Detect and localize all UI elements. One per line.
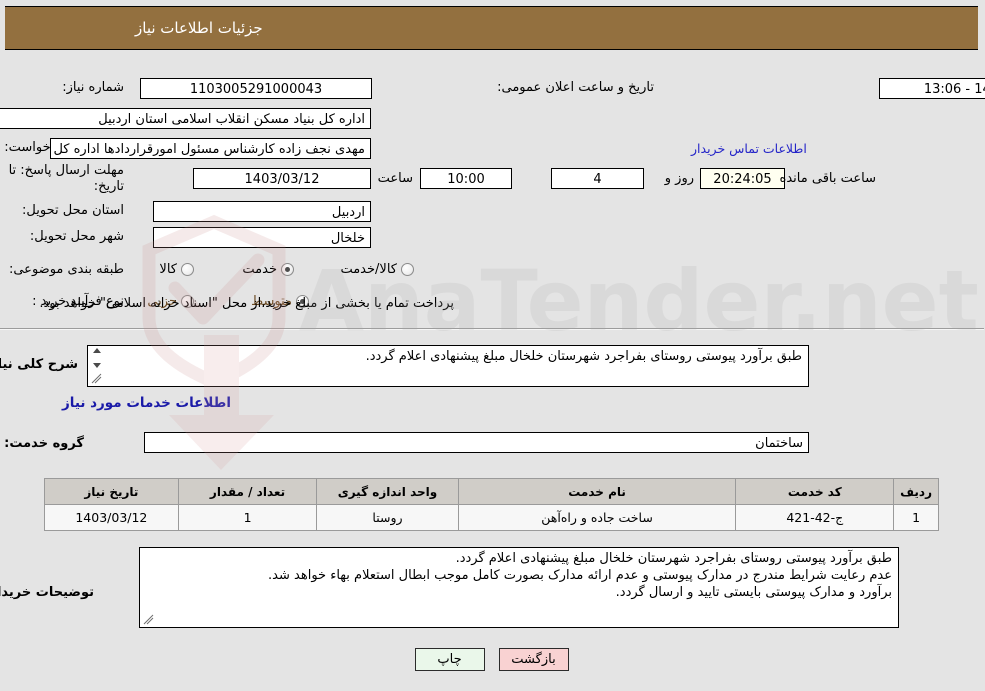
buyer-notes-line-0: طبق برآورد پیوستی روستای بفراجرد شهرستان… <box>456 551 893 566</box>
creator-field: مهدی نجف زاده کارشناس مسئول امورقرارداده… <box>51 138 372 159</box>
deadline-label-row: مهلت ارسال پاسخ: تا تاریخ: <box>5 163 125 195</box>
header-banner: جزئیات اطلاعات نیاز <box>6 6 979 50</box>
th-service-code: کد خدمت <box>736 478 896 505</box>
button-row: بازگشت چاپ <box>0 648 985 671</box>
public-announce-label: تاریخ و ساعت اعلان عمومی: <box>498 80 655 95</box>
buyer-notes-line-2: برآورد و مدارک پیوستی بایستی تایید و ارس… <box>616 585 893 600</box>
category-option-1-label: خدمت <box>243 262 278 277</box>
cell-service-code: ج-42-421 <box>736 504 896 531</box>
category-option-0-label: کالا <box>160 262 178 277</box>
days-word-label: روز و <box>665 171 695 186</box>
need-number-label: شماره نیاز: <box>63 80 125 95</box>
cell-need-date: 1403/03/12 <box>45 504 180 531</box>
need-number-field: 1103005291000043 <box>141 78 373 99</box>
th-service-name: نام خدمت <box>458 478 738 505</box>
radio-icon-khedmat[interactable] <box>282 263 295 276</box>
cell-unit: روستا <box>317 504 460 531</box>
deadline-label: مهلت ارسال پاسخ: تا تاریخ: <box>9 163 125 194</box>
deadline-hour-field: 10:00 <box>421 168 513 189</box>
province-field: اردبیل <box>154 201 372 222</box>
services-heading: اطلاعات خدمات مورد نیاز <box>62 395 232 411</box>
divider-1 <box>0 328 985 330</box>
general-description-text: طبق برآورد پیوستی روستای بفراجرد شهرستان… <box>366 349 803 364</box>
th-need-date: تاریخ نیاز <box>45 478 180 505</box>
need-number-label-row: شماره نیاز: <box>63 80 125 95</box>
print-button[interactable]: چاپ <box>415 648 486 671</box>
category-option-0[interactable]: کالا <box>160 262 195 277</box>
deadline-date-field: 1403/03/12 <box>194 168 372 189</box>
buyer-notes-line-1: عدم رعایت شرایط مندرج در مدارک پیوستی و … <box>269 568 893 583</box>
service-group-field: ساختمان <box>145 432 810 453</box>
countdown-field: 20:24:05 <box>701 168 786 189</box>
days-remaining-field: 4 <box>552 168 645 189</box>
category-option-2[interactable]: کالا/خدمت <box>341 262 415 277</box>
radio-icon-kala-khedmat[interactable] <box>402 263 415 276</box>
radio-icon-kala[interactable] <box>182 263 195 276</box>
buyer-contact-link[interactable]: اطلاعات تماس خریدار <box>692 141 808 156</box>
province-label-row: استان محل تحویل: <box>23 203 125 218</box>
announce-label-row: تاریخ و ساعت اعلان عمومی: <box>498 80 655 95</box>
table-header-row: ردیف کد خدمت نام خدمت واحد اندازه گیری ت… <box>45 478 940 505</box>
buyer-notes-textarea[interactable]: طبق برآورد پیوستی روستای بفراجرد شهرستان… <box>140 547 900 628</box>
scroll-arrows[interactable] <box>91 348 104 368</box>
city-label-row: شهر محل تحویل: <box>31 229 125 244</box>
province-label: استان محل تحویل: <box>23 203 125 218</box>
buyer-notes-resize-grip-icon[interactable] <box>144 614 155 625</box>
service-group-label: گروه خدمت: <box>5 436 85 451</box>
services-table: ردیف کد خدمت نام خدمت واحد اندازه گیری ت… <box>45 478 940 531</box>
general-description-textarea[interactable]: طبق برآورد پیوستی روستای بفراجرد شهرستان… <box>88 345 810 387</box>
remaining-suffix-label: ساعت باقی مانده <box>780 171 877 186</box>
city-field: خلخال <box>154 227 372 248</box>
public-announce-field: 1403/03/07 - 13:06 <box>880 78 985 99</box>
cell-service-name: ساخت جاده و راه‌آهن <box>458 504 738 531</box>
category-option-1[interactable]: خدمت <box>243 262 295 277</box>
category-label-row: طبقه بندی موضوعی: <box>10 262 125 277</box>
deadline-hour-label: ساعت <box>378 171 414 186</box>
th-row-no: ردیف <box>894 478 940 505</box>
category-label: طبقه بندی موضوعی: <box>9 262 125 277</box>
resize-grip-icon[interactable] <box>92 373 103 384</box>
buyer-notes-label: توضیحات خریدار: <box>0 585 95 600</box>
scroll-up-icon[interactable] <box>93 348 102 353</box>
buyer-org-field: اداره کل بنیاد مسکن انقلاب اسلامی استان … <box>0 108 372 129</box>
city-label: شهر محل تحویل: <box>30 229 125 244</box>
cell-row-no: 1 <box>894 504 940 531</box>
scroll-down-icon[interactable] <box>93 363 102 368</box>
back-button[interactable]: بازگشت <box>499 648 570 671</box>
category-option-2-label: کالا/خدمت <box>341 262 398 277</box>
general-description-label: شرح کلی نیاز: <box>0 357 79 372</box>
table-row: 1 ج-42-421 ساخت جاده و راه‌آهن روستا 1 1… <box>45 504 940 531</box>
process-note: پرداخت تمام یا بخشی از مبلغ خرید،از محل … <box>40 296 455 311</box>
th-unit: واحد اندازه گیری <box>317 478 460 505</box>
page-title: جزئیات اطلاعات نیاز <box>136 19 264 37</box>
page-root: AnaTender.net جزئیات اطلاعات نیاز شماره … <box>0 0 985 691</box>
cell-quantity: 1 <box>178 504 319 531</box>
th-quantity: تعداد / مقدار <box>178 478 319 505</box>
